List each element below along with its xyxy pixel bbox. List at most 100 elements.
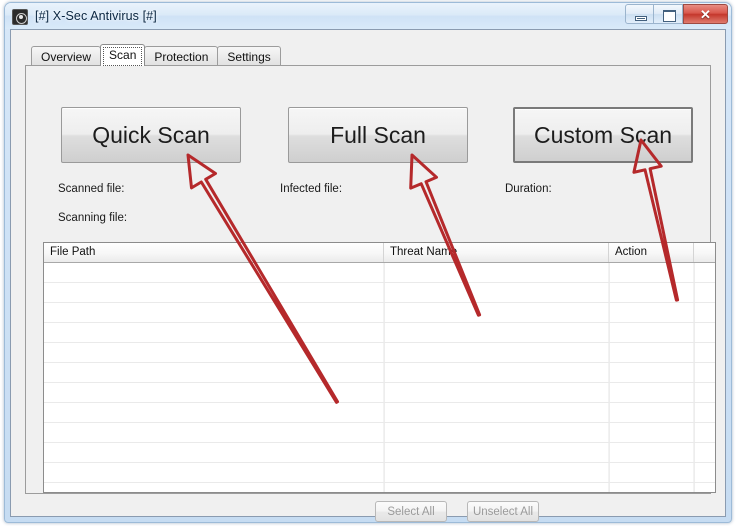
table-cell xyxy=(609,283,694,302)
tab-settings[interactable]: Settings xyxy=(217,46,281,66)
tab-strip: Overview Scan Protection Settings xyxy=(31,44,281,66)
table-cell xyxy=(384,303,609,322)
table-cell xyxy=(694,383,715,402)
client-area: Overview Scan Protection Settings Quick … xyxy=(10,29,726,522)
quick-scan-button[interactable]: Quick Scan xyxy=(61,107,241,163)
tab-overview-label: Overview xyxy=(41,50,92,64)
column-header-file-path[interactable]: File Path xyxy=(44,243,384,262)
table-cell xyxy=(694,303,715,322)
table-row[interactable] xyxy=(44,323,715,343)
custom-scan-button[interactable]: Custom Scan xyxy=(513,107,693,163)
table-cell xyxy=(44,423,384,442)
table-cell xyxy=(44,323,384,342)
tab-focus-outline xyxy=(103,47,143,66)
table-cell xyxy=(384,363,609,382)
quick-scan-label: Quick Scan xyxy=(92,121,210,148)
scan-results-grid[interactable]: File Path Threat Name Action xyxy=(43,242,716,493)
table-row[interactable] xyxy=(44,403,715,423)
tab-scan[interactable]: Scan xyxy=(100,44,146,66)
maximize-button[interactable] xyxy=(654,4,683,24)
table-cell xyxy=(384,283,609,302)
full-scan-button[interactable]: Full Scan xyxy=(288,107,468,163)
table-cell xyxy=(609,403,694,422)
table-cell xyxy=(609,483,694,492)
table-row[interactable] xyxy=(44,443,715,463)
column-header-threat-name[interactable]: Threat Name xyxy=(384,243,609,262)
scanning-file-label: Scanning file: xyxy=(58,212,128,224)
table-cell xyxy=(44,403,384,422)
close-button[interactable]: ✕ xyxy=(683,4,728,24)
table-cell xyxy=(44,343,384,362)
table-cell xyxy=(694,423,715,442)
scanned-file-label: Scanned file: xyxy=(58,183,125,195)
table-cell xyxy=(44,443,384,462)
table-cell xyxy=(609,443,694,462)
close-icon: ✕ xyxy=(700,7,711,22)
table-row[interactable] xyxy=(44,343,715,363)
tab-protection[interactable]: Protection xyxy=(144,46,219,66)
table-row[interactable] xyxy=(44,463,715,483)
table-cell xyxy=(44,363,384,382)
table-cell xyxy=(384,383,609,402)
table-cell xyxy=(384,263,609,282)
tab-overview[interactable]: Overview xyxy=(31,46,102,66)
table-cell xyxy=(384,403,609,422)
custom-scan-label: Custom Scan xyxy=(533,121,673,148)
tab-protection-label: Protection xyxy=(154,50,209,64)
minimize-button[interactable] xyxy=(625,4,654,24)
table-cell xyxy=(609,343,694,362)
table-row[interactable] xyxy=(44,283,715,303)
table-cell xyxy=(384,423,609,442)
table-cell xyxy=(694,443,715,462)
table-cell xyxy=(609,383,694,402)
table-row[interactable] xyxy=(44,363,715,383)
select-all-button[interactable]: Select All xyxy=(375,501,447,522)
unselect-all-button[interactable]: Unselect All xyxy=(467,501,539,522)
grid-body xyxy=(44,263,715,492)
table-cell xyxy=(44,283,384,302)
window-title: [#] X-Sec Antivirus [#] xyxy=(35,9,157,23)
table-cell xyxy=(44,463,384,482)
table-cell xyxy=(694,403,715,422)
table-row[interactable] xyxy=(44,423,715,443)
table-cell xyxy=(384,443,609,462)
table-row[interactable] xyxy=(44,483,715,492)
grid-header-row: File Path Threat Name Action xyxy=(44,243,715,263)
infected-file-label: Infected file: xyxy=(280,183,343,195)
table-cell xyxy=(609,463,694,482)
scan-tab-page: Quick Scan Full Scan Custom Scan Scanned… xyxy=(25,65,716,522)
application-window: [#] X-Sec Antivirus [#] ✕ Overview Scan … xyxy=(4,2,732,523)
table-cell xyxy=(609,323,694,342)
title-bar[interactable]: [#] X-Sec Antivirus [#] ✕ xyxy=(5,3,731,29)
table-cell xyxy=(694,323,715,342)
table-cell xyxy=(694,263,715,282)
select-all-label: Select All xyxy=(387,505,435,518)
column-header-action[interactable]: Action xyxy=(609,243,694,262)
full-scan-label: Full Scan xyxy=(330,121,426,148)
table-cell xyxy=(384,483,609,492)
window-controls: ✕ xyxy=(625,4,728,24)
column-header-extra[interactable] xyxy=(694,243,715,262)
table-cell xyxy=(694,283,715,302)
shield-app-icon xyxy=(12,8,28,25)
table-cell xyxy=(609,303,694,322)
table-row[interactable] xyxy=(44,383,715,403)
table-cell xyxy=(694,343,715,362)
table-cell xyxy=(609,363,694,382)
table-cell xyxy=(384,343,609,362)
table-cell xyxy=(609,423,694,442)
table-cell xyxy=(44,383,384,402)
table-cell xyxy=(694,463,715,482)
table-row[interactable] xyxy=(44,303,715,323)
tab-settings-label: Settings xyxy=(227,50,271,64)
table-cell xyxy=(384,463,609,482)
table-cell xyxy=(44,263,384,282)
table-cell xyxy=(44,303,384,322)
table-cell xyxy=(609,263,694,282)
table-row[interactable] xyxy=(44,263,715,283)
table-cell xyxy=(384,323,609,342)
table-cell xyxy=(694,363,715,382)
duration-label: Duration: xyxy=(505,183,552,195)
table-cell xyxy=(44,483,384,492)
table-cell xyxy=(694,483,715,492)
